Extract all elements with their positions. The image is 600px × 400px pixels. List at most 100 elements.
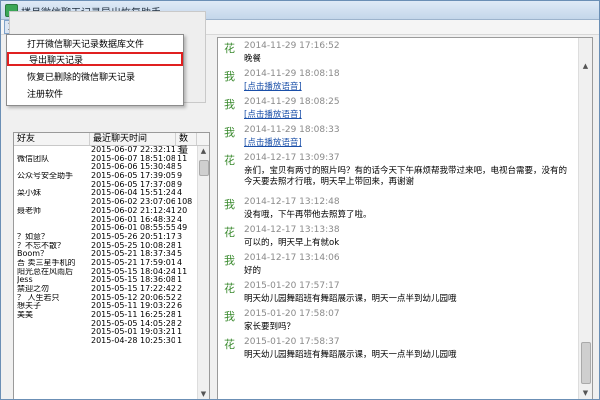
contact-last-time: 2015-06-07 18:51:08	[91, 154, 175, 163]
table-row[interactable]: 2015-06-01 08:55:55 49	[14, 224, 197, 233]
contacts-header: 好友 最近聊天时间 数量	[14, 133, 209, 156]
chat-scroll-up-icon[interactable]: ▲	[581, 62, 590, 71]
message-timestamp: 2015-01-20 17:58:07	[244, 309, 340, 319]
contact-last-time: 2015-05-11 19:03:22	[91, 302, 175, 311]
contact-count: 2	[177, 285, 183, 293]
contact-last-time: 2015-05-15 17:22:42	[91, 285, 175, 293]
chat-scrollbar[interactable]: ▲ ▼	[578, 38, 592, 399]
message-time-text: 2014-11-29 18:08:18	[244, 69, 340, 79]
header-count[interactable]: 数量	[176, 133, 197, 156]
contact-last-time: 2015-06-07 22:32:11	[91, 146, 175, 154]
contact-count: 6	[177, 302, 183, 311]
header-last-time[interactable]: 最近聊天时间	[90, 133, 176, 145]
contact-last-time: 2015-06-06 15:30:48	[91, 163, 175, 172]
table-row[interactable]: 菜小妹 2015-06-04 15:51:24 4	[14, 189, 197, 198]
contact-count: 3	[177, 232, 183, 241]
table-row[interactable]: 2015-06-05 17:37:08 9	[14, 181, 197, 190]
menu-item-register[interactable]: 注册软件	[7, 88, 183, 102]
table-row[interactable]: 聂老师 2015-06-02 21:12:41 20	[14, 207, 197, 216]
table-row[interactable]: 微信团队 2015-06-07 18:51:08 11	[14, 155, 197, 164]
contact-count: 1	[177, 276, 183, 285]
table-row[interactable]: 2015-04-28 10:25:30 1	[14, 337, 197, 346]
message-sender: 花	[224, 226, 235, 239]
contacts-scrollbar[interactable]: ▲ ▼	[197, 146, 209, 399]
contact-name: 聂老师	[17, 206, 41, 215]
message-text: 没有哦，下午再带他去照算了啦。	[244, 210, 372, 220]
play-voice-link[interactable]: [点击播放语音]	[244, 110, 574, 121]
chat-scroll-down-icon[interactable]: ▼	[581, 389, 590, 398]
header-friend[interactable]: 好友	[14, 133, 90, 145]
menu-item-recover-deleted[interactable]: 恢复已删除的微信聊天记录	[7, 71, 183, 85]
message-time-text: 2014-12-17 13:14:06	[244, 253, 340, 263]
table-row[interactable]: 吾 卖三星手机的 2015-05-21 17:59:01 4	[14, 259, 197, 268]
contact-name: Jess	[17, 276, 33, 285]
message-sender: 花	[224, 42, 235, 55]
contacts-rows: 2015-06-07 22:32:11 3 微信团队 2015-06-07 18:51…	[14, 146, 197, 346]
message-time-text: 2015-01-20 17:58:37	[244, 337, 340, 347]
contact-count: 49	[177, 224, 188, 233]
contact-last-time: 2015-05-21 17:59:01	[91, 258, 175, 267]
scroll-up-icon[interactable]: ▲	[199, 147, 208, 156]
contact-last-time: 2015-05-05 14:05:28	[91, 319, 175, 328]
message-sender: 花	[224, 154, 235, 167]
contact-name: 菜小妹	[17, 189, 41, 198]
contact-last-time: 2015-05-25 10:08:28	[91, 241, 175, 250]
contact-count: 1	[177, 311, 183, 320]
table-row[interactable]: 想夫子 2015-05-11 19:03:22 6	[14, 302, 197, 311]
table-row[interactable]: ？如意？ 2015-05-26 20:51:17 3	[14, 233, 197, 242]
message-text: 可以的，明天早上有就ok	[244, 238, 340, 248]
table-row[interactable]: 禁迎之勿 2015-05-15 17:22:42 2	[14, 285, 197, 294]
message-timestamp: 2014-12-17 13:12:48	[244, 197, 340, 207]
table-row[interactable]: 阳光总在风雨后 2015-05-15 18:04:24 11	[14, 268, 197, 277]
message-text: 明天幼儿园舞蹈班有舞蹈展示课，明天一点半到幼儿园哦	[244, 350, 457, 360]
play-voice-link[interactable]: [点击播放语音]	[244, 82, 574, 93]
table-row[interactable]: 公众号安全助手 2015-06-05 17:39:05 9	[14, 172, 197, 181]
message-time-text: 2015-01-20 17:57:17	[244, 281, 340, 291]
message-timestamp: 2014-11-29 18:08:25	[244, 97, 340, 107]
play-voice-link[interactable]: [点击播放语音]	[244, 138, 574, 149]
contact-name: 微信团队	[17, 154, 49, 163]
message-timestamp: 2014-11-29 17:16:52	[244, 41, 340, 51]
contact-last-time: 2015-06-01 16:48:32	[91, 215, 175, 224]
message-sender: 花	[224, 338, 235, 351]
contact-last-time: 2015-06-04 15:51:24	[91, 189, 175, 198]
contact-last-time: 2015-06-02 23:07:06	[91, 198, 175, 207]
contact-name: 禁迎之勿	[17, 285, 49, 293]
message-timestamp: 2014-12-17 13:09:37	[244, 153, 340, 163]
chat-scroll-thumb[interactable]	[581, 342, 591, 384]
contact-last-time: 2015-06-01 08:55:55	[91, 224, 175, 233]
scroll-down-icon[interactable]: ▼	[199, 390, 208, 399]
message-timestamp: 2014-12-17 13:13:38	[244, 225, 340, 235]
table-row[interactable]: 2015-06-02 23:07:06 108	[14, 198, 197, 207]
table-row[interactable]: 2015-06-01 16:48:32 4	[14, 216, 197, 225]
file-menu-dropdown: 打开微信聊天记录数据库文件 导出聊天记录 恢复已删除的微信聊天记录 注册软件	[6, 34, 184, 106]
table-row[interactable]: ？ 人生若只 2015-05-12 20:06:52 2	[14, 294, 197, 303]
contact-count: 9	[177, 172, 183, 181]
table-row[interactable]: 2015-05-01 19:03:21 1	[14, 328, 197, 337]
menu-item-open-db[interactable]: 打开微信聊天记录数据库文件	[7, 38, 183, 52]
contact-count: 11	[177, 154, 188, 163]
menu-item-export-chat[interactable]: 导出聊天记录	[7, 52, 183, 66]
contact-name: 吾 卖三星手机的	[17, 258, 76, 267]
table-row[interactable]: 美美 2015-05-11 16:25:28 1	[14, 311, 197, 320]
contact-count: 2	[177, 319, 183, 328]
message-sender: 花	[224, 282, 235, 295]
message-time-text: 2014-11-29 18:08:33	[244, 125, 340, 135]
contact-count: 1	[177, 328, 183, 337]
message-sender: 我	[224, 98, 235, 111]
contact-name: 公众号安全助手	[17, 172, 73, 181]
message-sender: 我	[224, 70, 235, 83]
contacts-table: 好友 最近聊天时间 数量 2015-06-07 22:32:11 3 微信团队 201…	[13, 132, 210, 399]
table-row[interactable]: ？不忘不散？ 2015-05-25 10:08:28 1	[14, 242, 197, 251]
table-row[interactable]: 2015-06-06 15:30:48 5	[14, 163, 197, 172]
contact-last-time: 2015-05-01 19:03:21	[91, 328, 175, 337]
contact-count: 9	[177, 180, 183, 189]
table-row[interactable]: Jess 2015-05-15 18:36:08 1	[14, 276, 197, 285]
message-time-text: 2014-11-29 17:16:52	[244, 41, 340, 51]
message-timestamp: 2014-11-29 18:08:33	[244, 125, 340, 135]
table-row[interactable]: 2015-06-07 22:32:11 3	[14, 146, 197, 155]
message-text: 明天幼儿园舞蹈班有舞蹈展示课，明天一点半到幼儿园哦	[244, 294, 457, 304]
table-row[interactable]: 2015-05-05 14:05:28 2	[14, 320, 197, 329]
contacts-scroll-thumb[interactable]	[199, 160, 209, 176]
table-row[interactable]: Boom？ 2015-05-21 18:37:34 5	[14, 250, 197, 259]
